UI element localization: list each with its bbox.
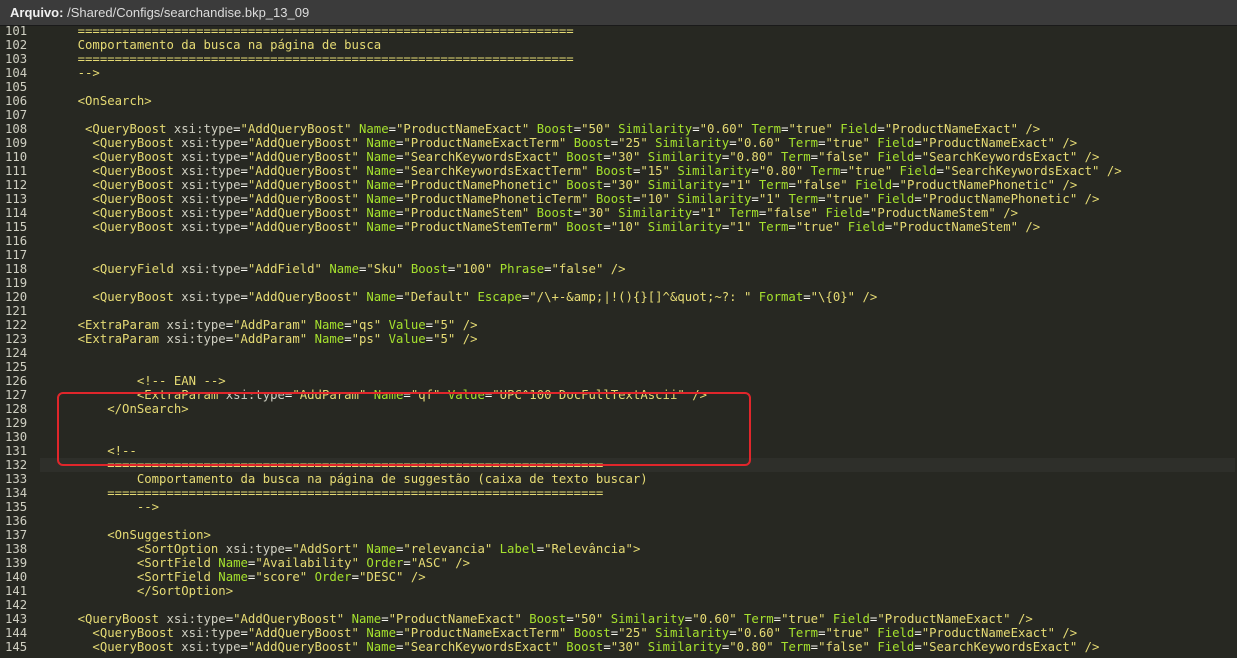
code-line[interactable]: <QueryBoost xsi:type="AddQueryBoost" Nam… (40, 206, 1237, 220)
line-number: 107 (5, 108, 28, 122)
line-number: 140 (5, 570, 28, 584)
line-number: 122 (5, 318, 28, 332)
line-number: 120 (5, 290, 28, 304)
line-number: 121 (5, 304, 28, 318)
line-number: 135 (5, 500, 28, 514)
code-line[interactable]: <QueryBoost xsi:type="AddQueryBoost" Nam… (40, 150, 1237, 164)
line-number: 144 (5, 626, 28, 640)
code-line[interactable] (40, 416, 1237, 430)
code-line[interactable]: --> (40, 66, 1237, 80)
code-line[interactable]: <OnSuggestion> (40, 528, 1237, 542)
code-line[interactable] (40, 276, 1237, 290)
code-line[interactable]: </OnSearch> (40, 402, 1237, 416)
line-number: 112 (5, 178, 28, 192)
code-line[interactable] (40, 514, 1237, 528)
code-line[interactable]: <QueryBoost xsi:type="AddQueryBoost" Nam… (40, 122, 1237, 136)
line-number: 127 (5, 388, 28, 402)
code-line[interactable]: Comportamento da busca na página de sugg… (40, 472, 1237, 486)
title-bar: Arquivo: /Shared/Configs/searchandise.bk… (0, 0, 1237, 26)
code-line[interactable]: <SortOption xsi:type="AddSort" Name="rel… (40, 542, 1237, 556)
line-number: 136 (5, 514, 28, 528)
code-line[interactable]: <QueryBoost xsi:type="AddQueryBoost" Nam… (40, 164, 1237, 178)
line-number: 116 (5, 234, 28, 248)
code-line[interactable]: <ExtraParam xsi:type="AddParam" Name="ps… (40, 332, 1237, 346)
code-line[interactable]: <!-- EAN --> (40, 374, 1237, 388)
code-line[interactable] (40, 80, 1237, 94)
code-line[interactable]: --> (40, 500, 1237, 514)
line-number: 106 (5, 94, 28, 108)
line-number: 130 (5, 430, 28, 444)
line-number: 126 (5, 374, 28, 388)
line-number: 109 (5, 136, 28, 150)
code-line[interactable] (40, 248, 1237, 262)
code-line[interactable]: <OnSearch> (40, 94, 1237, 108)
code-line[interactable]: </SortOption> (40, 584, 1237, 598)
code-line[interactable]: <QueryField xsi:type="AddField" Name="Sk… (40, 262, 1237, 276)
line-number: 103 (5, 52, 28, 66)
line-number: 132 (5, 458, 28, 472)
line-number: 141 (5, 584, 28, 598)
line-number: 133 (5, 472, 28, 486)
code-line[interactable]: Comportamento da busca na página de busc… (40, 38, 1237, 52)
line-number: 134 (5, 486, 28, 500)
code-line[interactable] (40, 234, 1237, 248)
code-line[interactable]: <QueryBoost xsi:type="AddQueryBoost" Nam… (40, 178, 1237, 192)
code-line[interactable]: ========================================… (40, 26, 1237, 38)
line-number: 119 (5, 276, 28, 290)
file-path: /Shared/Configs/searchandise.bkp_13_09 (67, 5, 310, 20)
code-line[interactable]: <QueryBoost xsi:type="AddQueryBoost" Nam… (40, 612, 1237, 626)
line-number: 111 (5, 164, 28, 178)
line-number: 108 (5, 122, 28, 136)
line-number: 129 (5, 416, 28, 430)
code-area[interactable]: ========================================… (40, 26, 1237, 654)
title-label: Arquivo: (10, 5, 64, 20)
code-line[interactable] (40, 304, 1237, 318)
code-line[interactable]: <QueryBoost xsi:type="AddQueryBoost" Nam… (40, 626, 1237, 640)
line-number: 124 (5, 346, 28, 360)
line-number: 137 (5, 528, 28, 542)
line-number: 143 (5, 612, 28, 626)
line-number: 123 (5, 332, 28, 346)
line-number: 125 (5, 360, 28, 374)
code-line[interactable]: <ExtraParam xsi:type="AddParam" Name="qf… (40, 388, 1237, 402)
code-line[interactable]: <!-- (40, 444, 1237, 458)
code-line[interactable]: <QueryBoost xsi:type="AddQueryBoost" Nam… (40, 136, 1237, 150)
line-number: 117 (5, 248, 28, 262)
code-line[interactable] (40, 430, 1237, 444)
code-editor[interactable]: 101 102 103 104 105 106 107 108 109 110 111 112 113 1… (0, 26, 1237, 658)
line-number: 131 (5, 444, 28, 458)
line-number: 102 (5, 38, 28, 52)
line-number: 104 (5, 66, 28, 80)
line-number: 101 (5, 26, 28, 38)
line-number: 114 (5, 206, 28, 220)
code-line[interactable]: <QueryBoost xsi:type="AddQueryBoost" Nam… (40, 192, 1237, 206)
code-line[interactable]: <QueryBoost xsi:type="AddQueryBoost" Nam… (40, 290, 1237, 304)
line-number: 139 (5, 556, 28, 570)
line-number: 113 (5, 192, 28, 206)
line-number: 128 (5, 402, 28, 416)
code-line[interactable] (40, 360, 1237, 374)
code-line[interactable]: <SortField Name="score" Order="DESC" /> (40, 570, 1237, 584)
line-number: 142 (5, 598, 28, 612)
line-number: 145 (5, 640, 28, 654)
code-line[interactable]: <QueryBoost xsi:type="AddQueryBoost" Nam… (40, 640, 1237, 654)
code-line[interactable]: ========================================… (40, 458, 1237, 472)
code-line[interactable]: ========================================… (40, 486, 1237, 500)
code-line[interactable] (40, 346, 1237, 360)
code-line[interactable]: <ExtraParam xsi:type="AddParam" Name="qs… (40, 318, 1237, 332)
code-line[interactable] (40, 598, 1237, 612)
line-number: 118 (5, 262, 28, 276)
code-line[interactable]: <QueryBoost xsi:type="AddQueryBoost" Nam… (40, 220, 1237, 234)
line-number: 105 (5, 80, 28, 94)
line-number: 138 (5, 542, 28, 556)
code-line[interactable] (40, 108, 1237, 122)
code-line[interactable]: ========================================… (40, 52, 1237, 66)
line-number: 115 (5, 220, 28, 234)
code-line[interactable]: <SortField Name="Availability" Order="AS… (40, 556, 1237, 570)
line-number: 110 (5, 150, 28, 164)
line-number-gutter: 101 102 103 104 105 106 107 108 109 110 111 112 113 1… (0, 26, 40, 654)
